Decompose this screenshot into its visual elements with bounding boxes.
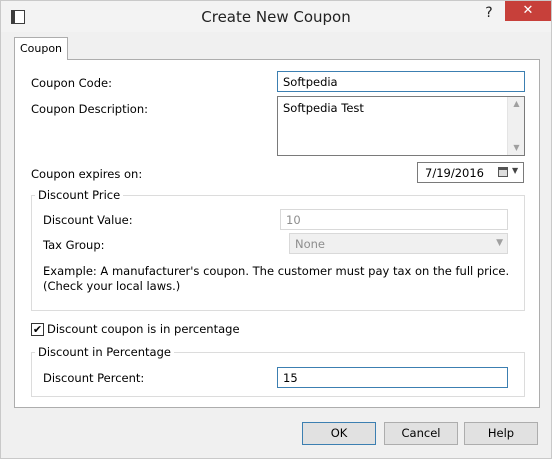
expires-label: Coupon expires on: — [31, 167, 143, 181]
help-button[interactable]: Help — [464, 422, 538, 445]
discount-percent-label: Discount Percent: — [43, 371, 145, 385]
checkmark-icon: ✔ — [32, 323, 43, 336]
title-bar[interactable]: Create New Coupon ? ✕ — [1, 1, 551, 32]
dialog-window: Create New Coupon ? ✕ Coupon Coupon Code… — [0, 0, 552, 459]
discount-price-group-title: Discount Price — [35, 188, 124, 202]
discount-percent-input[interactable]: 15 — [277, 367, 508, 388]
coupon-description-label: Coupon Description: — [31, 102, 149, 116]
calendar-icon[interactable] — [498, 167, 508, 177]
scroll-up-icon[interactable]: ▲ — [508, 97, 525, 111]
chevron-down-icon[interactable]: ▼ — [512, 166, 518, 175]
help-icon[interactable]: ? — [475, 2, 503, 24]
expires-date-picker[interactable]: 7/19/2016 ▼ — [417, 162, 524, 183]
tax-group-select[interactable]: None ▼ — [289, 233, 508, 254]
discount-example-text: Example: A manufacturer's coupon. The cu… — [43, 264, 510, 293]
cancel-button[interactable]: Cancel — [384, 422, 458, 445]
scroll-down-icon[interactable]: ▼ — [508, 141, 525, 155]
coupon-code-label: Coupon Code: — [31, 76, 112, 90]
tax-group-label: Tax Group: — [43, 238, 105, 252]
expires-date-value: 7/19/2016 — [425, 166, 484, 180]
percentage-checkbox-label[interactable]: Discount coupon is in percentage — [47, 322, 240, 336]
coupon-description-text: Softpedia Test — [283, 101, 364, 115]
tax-group-value: None — [295, 237, 326, 251]
tab-label: Coupon — [19, 42, 63, 55]
description-scrollbar[interactable]: ▲ ▼ — [507, 97, 524, 155]
chevron-down-icon: ▼ — [496, 238, 503, 248]
close-button[interactable]: ✕ — [505, 1, 551, 21]
coupon-code-input[interactable]: Softpedia — [277, 71, 525, 92]
close-icon: ✕ — [522, 3, 534, 18]
discount-percentage-group-title: Discount in Percentage — [35, 345, 174, 359]
coupon-description-textarea[interactable]: Softpedia Test ▲ ▼ — [277, 96, 525, 156]
discount-value-input[interactable]: 10 — [280, 209, 508, 230]
tab-coupon[interactable]: Coupon — [14, 37, 68, 60]
percentage-checkbox[interactable]: ✔ — [31, 323, 44, 336]
window-title: Create New Coupon — [201, 8, 351, 26]
ok-button[interactable]: OK — [302, 422, 376, 445]
discount-value-label: Discount Value: — [43, 213, 133, 227]
